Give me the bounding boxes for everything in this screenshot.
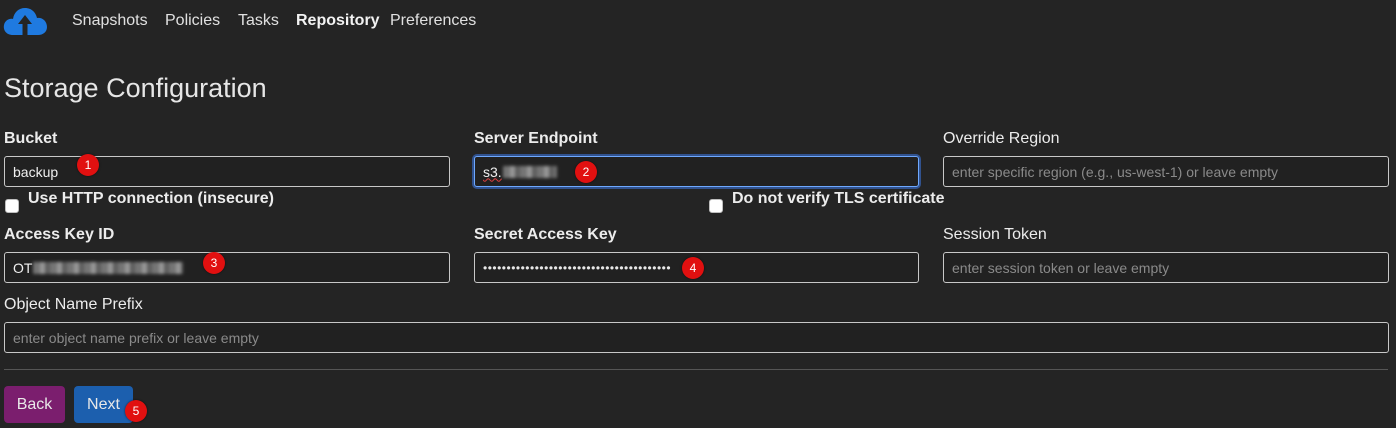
secret-access-key-value: •••••••••••••••••••••••••••••••••••••••• [483, 260, 672, 275]
annotation-marker-3: 3 [203, 252, 225, 274]
annotation-marker-1: 1 [77, 154, 99, 176]
server-endpoint-input[interactable]: s3. [474, 156, 919, 187]
http-connection-checkbox-row[interactable]: Use HTTP connection (insecure) [5, 185, 274, 213]
next-button[interactable]: Next [74, 386, 133, 423]
object-name-prefix-label: Object Name Prefix [4, 296, 143, 313]
tls-verify-checkbox[interactable] [709, 199, 723, 213]
page: Snapshots Policies Tasks Repository Pref… [0, 0, 1396, 428]
override-region-placeholder: enter specific region (e.g., us-west-1) … [952, 163, 1279, 180]
bucket-value: backup [13, 163, 59, 180]
override-region-label: Override Region [943, 130, 1060, 147]
redacted-text [502, 165, 557, 178]
access-key-id-input[interactable]: OT [4, 252, 450, 283]
annotation-marker-5: 5 [125, 400, 147, 422]
override-region-input[interactable]: enter specific region (e.g., us-west-1) … [943, 156, 1389, 187]
tls-verify-label: Do not verify TLS certificate [732, 190, 945, 207]
secret-access-key-label: Secret Access Key [474, 226, 617, 243]
annotation-marker-4: 4 [682, 257, 704, 279]
cloud-upload-icon[interactable] [2, 5, 48, 37]
nav-preferences[interactable]: Preferences [390, 12, 476, 30]
nav-snapshots[interactable]: Snapshots [72, 12, 148, 30]
server-endpoint-value: s3. [483, 163, 502, 180]
page-title: Storage Configuration [4, 73, 267, 103]
session-token-placeholder: enter session token or leave empty [952, 259, 1170, 276]
session-token-label: Session Token [943, 226, 1047, 243]
navbar: Snapshots Policies Tasks Repository Pref… [0, 0, 1396, 44]
session-token-input[interactable]: enter session token or leave empty [943, 252, 1389, 283]
server-endpoint-label: Server Endpoint [474, 130, 598, 147]
tls-verify-checkbox-row[interactable]: Do not verify TLS certificate [709, 185, 945, 213]
nav-tasks[interactable]: Tasks [238, 12, 279, 30]
http-connection-label: Use HTTP connection (insecure) [28, 190, 274, 207]
divider [4, 369, 1388, 370]
redacted-text [33, 261, 184, 274]
access-key-id-label: Access Key ID [4, 226, 115, 243]
bucket-input[interactable]: backup [4, 156, 450, 187]
bucket-label: Bucket [4, 130, 58, 147]
nav-repository[interactable]: Repository [296, 12, 380, 30]
http-connection-checkbox[interactable] [5, 199, 19, 213]
access-key-id-value: OT [13, 259, 33, 276]
back-button[interactable]: Back [4, 386, 65, 423]
object-name-prefix-placeholder: enter object name prefix or leave empty [13, 329, 259, 346]
annotation-marker-2: 2 [575, 161, 597, 183]
nav-policies[interactable]: Policies [165, 12, 220, 30]
object-name-prefix-input[interactable]: enter object name prefix or leave empty [4, 322, 1389, 353]
